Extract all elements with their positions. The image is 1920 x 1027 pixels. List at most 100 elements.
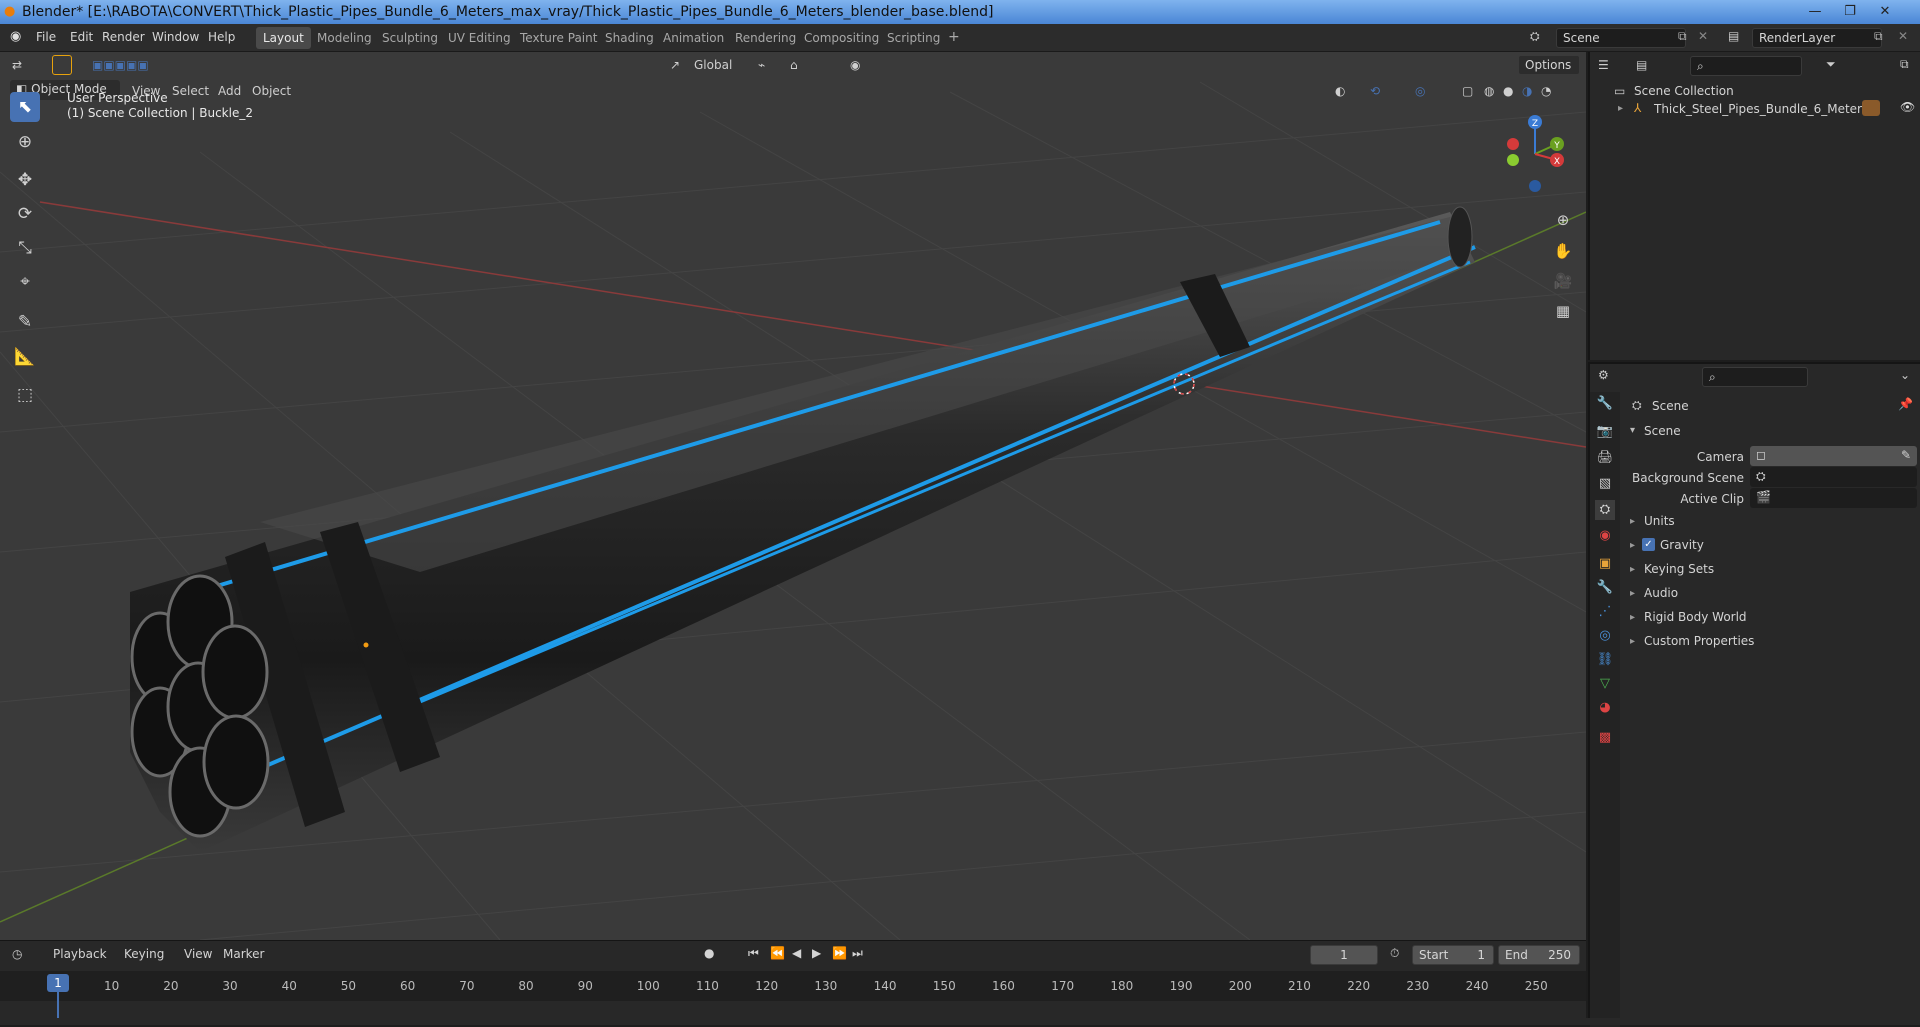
section-arrow-icon[interactable]: ▸ [1630, 588, 1635, 599]
section-arrow-icon[interactable]: ▸ [1630, 516, 1635, 527]
menu-edit[interactable]: Edit [70, 30, 93, 44]
data-tab-icon[interactable]: ▽ [1595, 674, 1615, 694]
record-icon[interactable]: ● [704, 946, 714, 960]
menu-render[interactable]: Render [102, 30, 145, 44]
options-button[interactable]: Options [1518, 55, 1580, 75]
tab-shading[interactable]: Shading [598, 27, 661, 49]
annotate-tool-icon[interactable]: ✎ [10, 307, 40, 337]
constraints-tab-icon[interactable]: ⛓ [1595, 650, 1615, 670]
shading-material-icon[interactable]: ◑ [1522, 82, 1532, 100]
xray-icon[interactable]: ▢ [1462, 82, 1473, 100]
object-data-icon[interactable] [1862, 100, 1880, 116]
select-tool-icon[interactable]: ⬉ [10, 92, 40, 122]
render-layer-selector[interactable]: RenderLayer [1752, 28, 1882, 48]
section-audio[interactable]: Audio [1644, 586, 1678, 600]
minimize-icon[interactable]: — [1800, 0, 1830, 24]
outliner-display-mode-icon[interactable]: ▤ [1636, 58, 1647, 72]
section-arrow-icon[interactable]: ▸ [1630, 636, 1635, 647]
gravity-checkbox[interactable]: ✓ [1642, 538, 1655, 551]
pin-icon[interactable]: 📌 [1898, 397, 1913, 411]
timeline-menu-playback[interactable]: Playback [53, 947, 107, 961]
visibility-icon[interactable]: ◐ [1335, 82, 1345, 100]
new-layer-icon[interactable]: ⧉ [1874, 29, 1883, 44]
object-tab-icon[interactable]: ▣ [1595, 554, 1615, 574]
start-frame-field[interactable]: Start 1 [1412, 945, 1494, 965]
timeline-menu-marker[interactable]: Marker [223, 947, 264, 961]
jump-end-icon[interactable]: ⏭ [852, 946, 863, 961]
physics-tab-icon[interactable]: ◎ [1595, 626, 1615, 646]
scale-tool-icon[interactable]: ⤡ [10, 233, 40, 263]
material-tab-icon[interactable]: ◕ [1595, 698, 1615, 718]
eye-visibility-icon[interactable]: 👁 [1900, 100, 1915, 114]
navigation-gizmo[interactable]: Z Y X [1495, 114, 1575, 194]
move-tool-icon[interactable]: ✥ [10, 165, 40, 195]
outliner-item[interactable]: Thick_Steel_Pipes_Bundle_6_Meters [1654, 102, 1868, 116]
viewport-menu-add[interactable]: Add [218, 82, 241, 100]
proportional-edit-icon[interactable]: ◉ [850, 56, 860, 74]
playhead[interactable]: 1 [47, 974, 69, 992]
active-clip-field[interactable]: 🎬 [1750, 488, 1917, 508]
maximize-icon[interactable]: ❐ [1835, 0, 1865, 24]
output-tab-icon[interactable]: 🖨 [1595, 448, 1615, 468]
render-tab-icon[interactable]: 📷 [1595, 422, 1615, 442]
tool-tab-icon[interactable]: 🔧 [1595, 394, 1615, 414]
background-scene-field[interactable]: ⛭ [1750, 467, 1917, 487]
tab-modeling[interactable]: Modeling [310, 27, 379, 49]
end-frame-field[interactable]: End 250 [1498, 945, 1580, 965]
shading-solid-icon[interactable]: ● [1503, 82, 1513, 100]
section-arrow-icon[interactable]: ▸ [1630, 540, 1635, 551]
section-units[interactable]: Units [1644, 514, 1675, 528]
delete-scene-icon[interactable]: ✕ [1698, 29, 1708, 43]
pan-hand-icon[interactable]: ✋ [1550, 238, 1576, 264]
section-rigid-body-world[interactable]: Rigid Body World [1644, 610, 1747, 624]
section-gravity[interactable]: Gravity [1660, 538, 1704, 552]
editor-type-icon[interactable]: ⇄ [12, 56, 22, 74]
camera-view-icon[interactable]: 🎥 [1550, 268, 1576, 294]
pivot-icon[interactable]: ⌁ [758, 56, 765, 74]
perspective-toggle-icon[interactable]: ▦ [1550, 298, 1576, 324]
outliner-new-collection-icon[interactable]: ⧉ [1900, 57, 1909, 72]
measure-tool-icon[interactable]: 📐 [10, 342, 40, 372]
outliner-search-input[interactable]: ⌕ [1690, 56, 1802, 76]
tab-compositing[interactable]: Compositing [797, 27, 886, 49]
scene-tab-icon[interactable]: ⛭ [1595, 500, 1615, 520]
menu-help[interactable]: Help [208, 30, 235, 44]
timeline-menu-view[interactable]: View [184, 947, 212, 961]
current-frame-field[interactable]: 1 [1310, 945, 1378, 965]
outliner-root[interactable]: Scene Collection [1634, 84, 1734, 98]
new-scene-icon[interactable]: ⧉ [1678, 29, 1687, 44]
prev-key-icon[interactable]: ⏪ [770, 946, 785, 960]
play-icon[interactable]: ▶ [812, 946, 821, 960]
close-icon[interactable]: ✕ [1870, 0, 1900, 24]
particles-tab-icon[interactable]: ⋰ [1595, 602, 1615, 622]
section-custom-properties[interactable]: Custom Properties [1644, 634, 1754, 648]
add-workspace-icon[interactable]: + [948, 29, 960, 45]
panel-collapse-icon[interactable]: ▾ [1630, 425, 1635, 436]
world-tab-icon[interactable]: ◉ [1595, 526, 1615, 546]
properties-options-icon[interactable]: ⌄ [1900, 368, 1910, 382]
render-layer-icon[interactable]: ▤ [1728, 29, 1739, 43]
section-arrow-icon[interactable]: ▸ [1630, 564, 1635, 575]
clock-icon[interactable]: ⏱ [1390, 946, 1399, 961]
next-key-icon[interactable]: ⏩ [832, 946, 847, 960]
menu-window[interactable]: Window [152, 30, 199, 44]
menu-file[interactable]: File [36, 30, 56, 44]
tab-uv-editing[interactable]: UV Editing [441, 27, 518, 49]
tab-scripting[interactable]: Scripting [880, 27, 947, 49]
scene-icon[interactable]: ⛭ [1530, 29, 1540, 44]
shading-rendered-icon[interactable]: ◔ [1541, 82, 1551, 100]
select-mode-icons[interactable]: ▣▣▣▣▣ [92, 56, 149, 74]
properties-search-input[interactable]: ⌕ [1702, 367, 1808, 387]
blender-menu-icon[interactable]: ◉ [10, 29, 21, 44]
delete-layer-icon[interactable]: ✕ [1898, 29, 1908, 43]
orientation-icon[interactable]: ↗ [670, 56, 680, 74]
shading-wireframe-icon[interactable]: ◍ [1484, 82, 1494, 100]
tab-sculpting[interactable]: Sculpting [375, 27, 445, 49]
select-box-icon[interactable] [52, 55, 72, 75]
outliner-filter-icon[interactable]: ⏷ [1826, 57, 1836, 72]
texture-tab-icon[interactable]: ▩ [1595, 728, 1615, 748]
tab-animation[interactable]: Animation [656, 27, 731, 49]
cursor-tool-icon[interactable]: ⊕ [10, 127, 40, 157]
scene-selector[interactable]: Scene [1556, 28, 1686, 48]
section-keying-sets[interactable]: Keying Sets [1644, 562, 1714, 576]
